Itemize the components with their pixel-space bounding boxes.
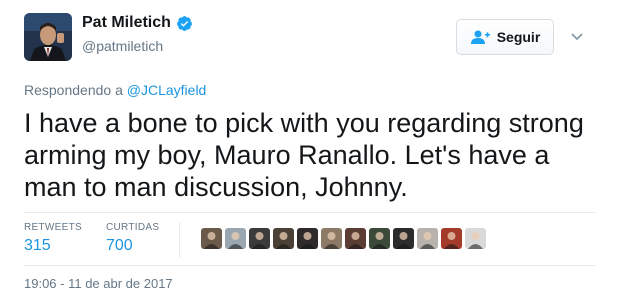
liker-avatar-icon: [249, 228, 270, 249]
liker-avatar-icon: [225, 228, 246, 249]
reply-context: Respondendo a @JCLayfield: [24, 82, 206, 98]
reply-prefix: Respondendo a: [24, 82, 127, 98]
likes-stat[interactable]: CURTIDAS 700: [106, 222, 159, 255]
tweet-text: I have a bone to pick with you regarding…: [24, 108, 584, 202]
liker-avatar[interactable]: [297, 228, 318, 249]
follow-button-label: Seguir: [496, 29, 541, 45]
liker-avatar[interactable]: [441, 228, 462, 249]
liker-avatar[interactable]: [225, 228, 246, 249]
author-avatar[interactable]: [24, 13, 72, 61]
reply-mention-link[interactable]: @JCLayfield: [127, 82, 207, 98]
liker-avatar[interactable]: [465, 228, 486, 249]
liker-avatar-icon: [273, 228, 294, 249]
likers-avatar-list: [201, 228, 486, 249]
liker-avatar-icon: [201, 228, 222, 249]
tweet-timestamp[interactable]: 19:06 - 11 de abr de 2017: [24, 276, 173, 291]
liker-avatar[interactable]: [321, 228, 342, 249]
liker-avatar-icon: [297, 228, 318, 249]
retweets-count[interactable]: 315: [24, 237, 82, 255]
liker-avatar[interactable]: [417, 228, 438, 249]
liker-avatar[interactable]: [393, 228, 414, 249]
stats-separator: [179, 222, 180, 258]
retweets-label: RETWEETS: [24, 222, 82, 233]
author-display-name[interactable]: Pat Miletich: [82, 14, 171, 32]
profile-photo-icon: [24, 13, 72, 61]
liker-avatar[interactable]: [201, 228, 222, 249]
liker-avatar[interactable]: [345, 228, 366, 249]
liker-avatar[interactable]: [249, 228, 270, 249]
retweets-stat[interactable]: RETWEETS 315: [24, 222, 82, 255]
chevron-down-icon[interactable]: [569, 28, 585, 44]
author-name-row[interactable]: Pat Miletich: [82, 14, 193, 32]
author-handle[interactable]: @patmiletich: [82, 38, 163, 54]
likes-label: CURTIDAS: [106, 222, 160, 233]
stats-bottom-divider: [24, 265, 596, 266]
liker-avatar-icon: [369, 228, 390, 249]
liker-avatar[interactable]: [369, 228, 390, 249]
liker-avatar-icon: [393, 228, 414, 249]
follow-button[interactable]: Seguir: [456, 19, 554, 55]
likes-count[interactable]: 700: [106, 237, 159, 255]
stats-top-divider: [24, 212, 596, 213]
liker-avatar-icon: [417, 228, 438, 249]
liker-avatar-icon: [441, 228, 462, 249]
verified-badge-icon: [176, 15, 192, 31]
liker-avatar-icon: [465, 228, 486, 249]
liker-avatar[interactable]: [273, 228, 294, 249]
liker-avatar-icon: [321, 228, 342, 249]
liker-avatar-icon: [345, 228, 366, 249]
add-user-icon: [470, 30, 490, 44]
